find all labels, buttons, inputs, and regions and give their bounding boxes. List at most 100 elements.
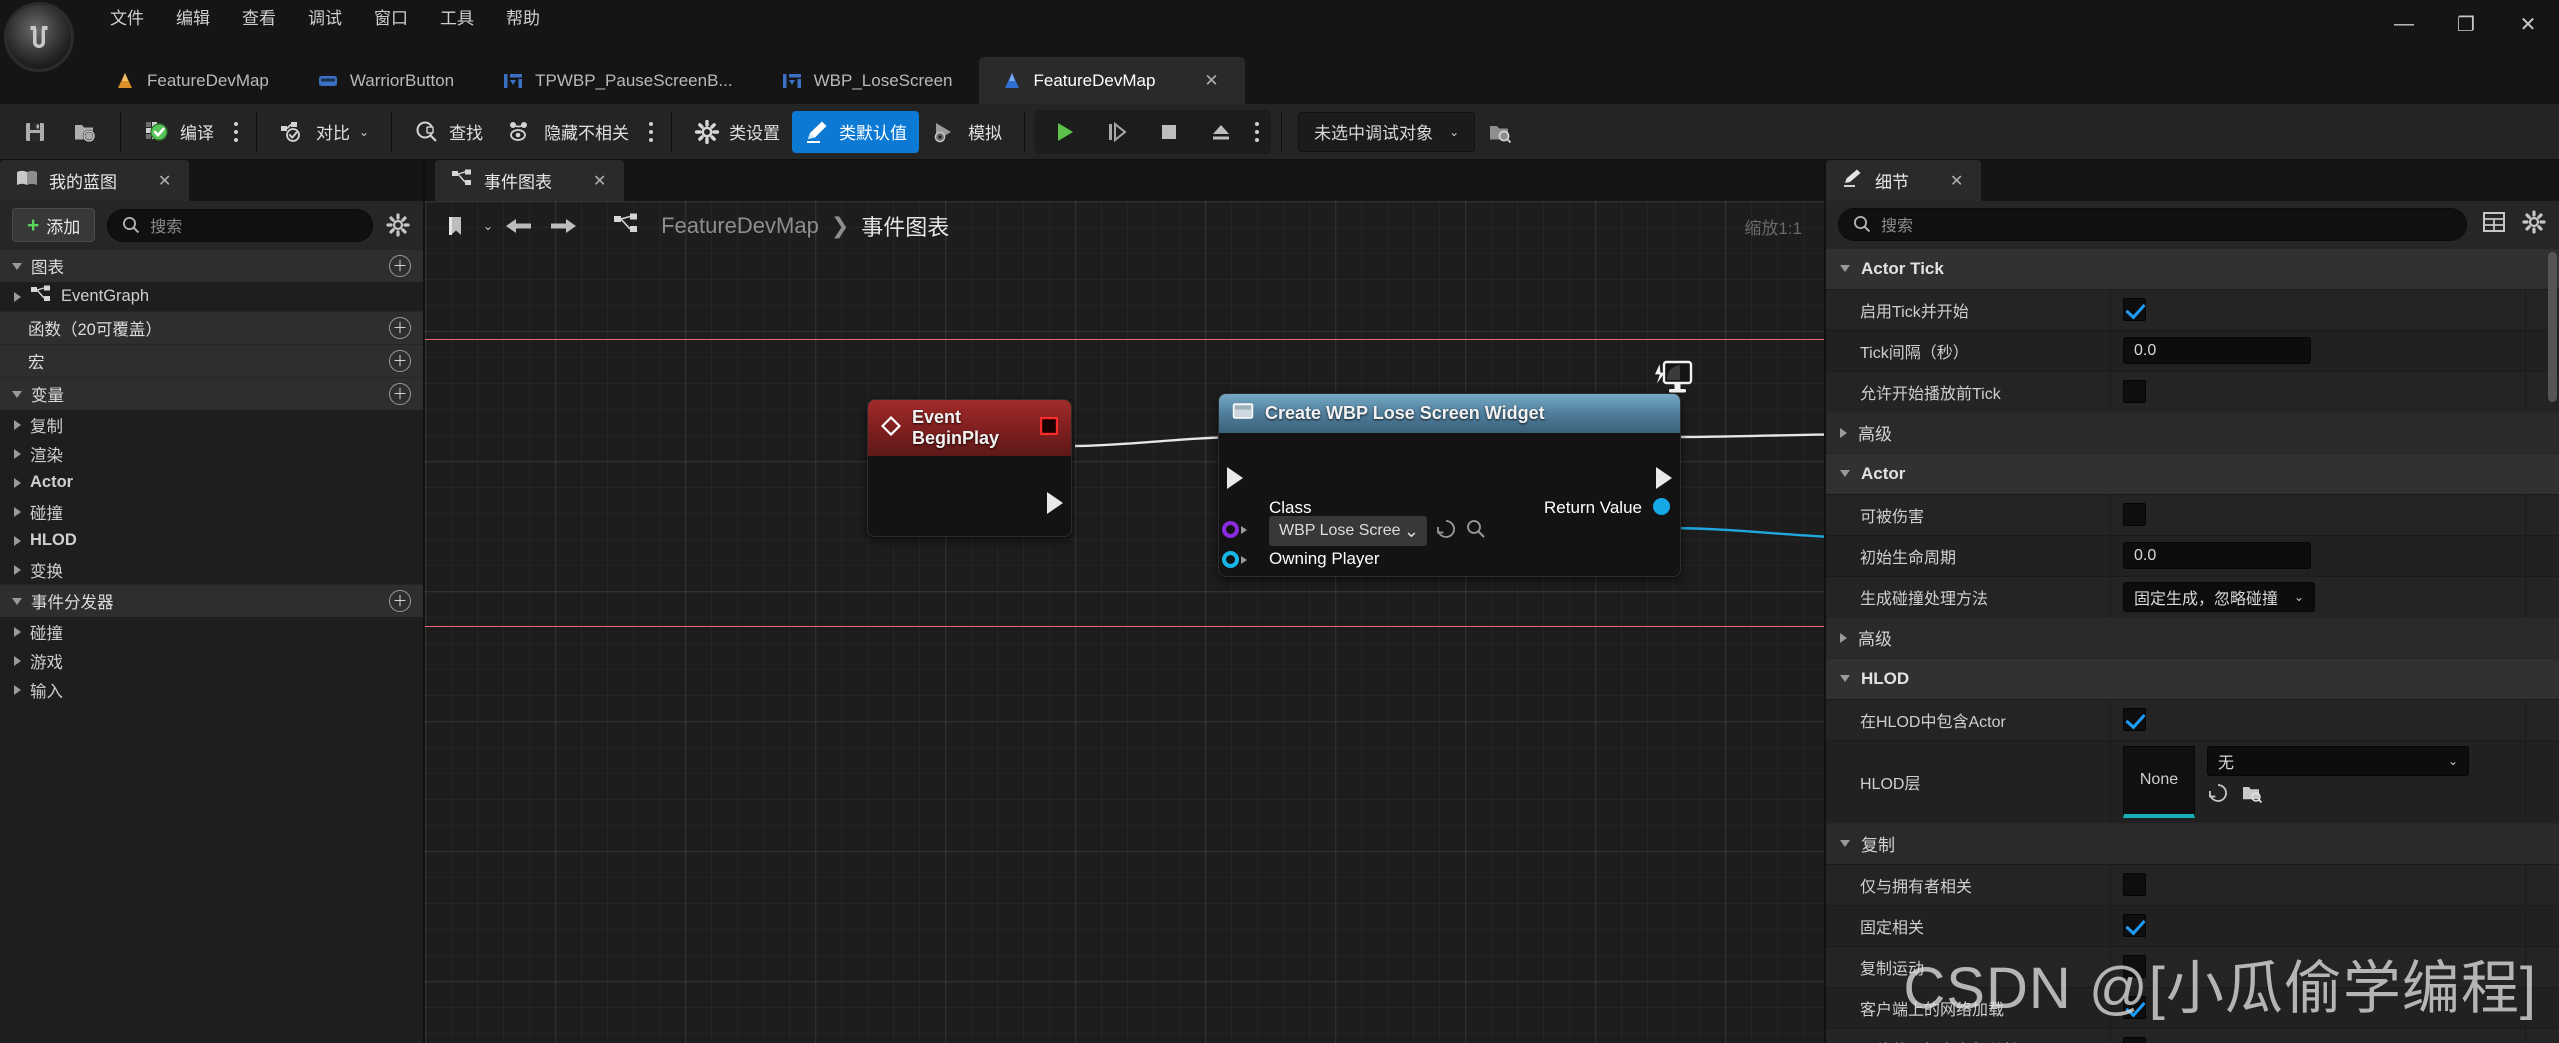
exec-output-pin[interactable]	[1047, 492, 1063, 514]
hide-unrelated-button[interactable]: 隐藏不相关	[495, 111, 641, 153]
find-options-kebab-icon[interactable]	[641, 111, 661, 153]
disclosure-triangle-icon[interactable]	[14, 506, 21, 517]
details-category-actor-tick[interactable]: Actor Tick	[1826, 247, 2559, 289]
exec-output-pin[interactable]	[1656, 467, 1672, 489]
asset-tab-featuredevmap-1[interactable]: FeatureDevMap	[92, 57, 295, 104]
checkbox-net-load-on-client[interactable]	[2123, 996, 2146, 1020]
browse-content-button[interactable]	[60, 111, 110, 153]
tree-section-macros[interactable]: 宏 ＋	[0, 344, 423, 377]
disclosure-triangle-icon[interactable]	[12, 597, 22, 605]
graph-back-button[interactable]	[501, 208, 537, 244]
disclosure-triangle-icon[interactable]	[1840, 427, 1847, 438]
class-defaults-button[interactable]: 类默认值	[792, 110, 920, 153]
tree-item-eventgraph[interactable]: EventGraph	[0, 282, 423, 311]
play-button[interactable]	[1039, 111, 1091, 153]
disclosure-triangle-icon[interactable]	[1840, 265, 1850, 273]
checkbox-only-relevant-to-owner[interactable]	[2123, 873, 2146, 897]
owning-player-pin-icon[interactable]	[1222, 551, 1239, 568]
disclosure-triangle-icon[interactable]	[1840, 470, 1850, 478]
node-create-widget[interactable]: Create WBP Lose Screen Widget Class WBP	[1218, 393, 1681, 577]
disclosure-triangle-icon[interactable]	[12, 262, 22, 270]
tree-item-variable-collision[interactable]: 碰撞	[0, 497, 423, 526]
menu-view[interactable]: 查看	[226, 2, 292, 36]
class-settings-button[interactable]: 类设置	[682, 111, 792, 153]
return-value-pin-icon[interactable]	[1653, 498, 1670, 515]
tree-item-variable-rendering[interactable]: 渲染	[0, 439, 423, 468]
step-button[interactable]	[1091, 111, 1143, 153]
add-macro-icon[interactable]: ＋	[389, 350, 411, 372]
tree-item-dispatcher-collision[interactable]: 碰撞	[0, 617, 423, 646]
stop-button[interactable]	[1143, 111, 1195, 153]
tree-item-variable-replication[interactable]: 复制	[0, 410, 423, 439]
disclosure-triangle-icon[interactable]	[12, 390, 22, 398]
pin-class-input[interactable]	[1222, 521, 1247, 538]
dropdown-hlod-layer[interactable]: 无 ⌄	[2207, 745, 2469, 776]
my-blueprint-search-input[interactable]: 搜索	[107, 208, 373, 242]
checkbox-always-relevant[interactable]	[2123, 914, 2146, 938]
diff-button[interactable]: 对比 ⌄	[267, 111, 381, 153]
disclosure-triangle-icon[interactable]	[1840, 632, 1847, 643]
menu-tools[interactable]: 工具	[424, 2, 490, 36]
disclosure-triangle-icon[interactable]	[14, 626, 21, 637]
disclosure-triangle-icon[interactable]	[14, 477, 21, 488]
checkbox-net-use-owner-relevancy[interactable]	[2123, 1037, 2146, 1043]
tree-section-event-dispatchers[interactable]: 事件分发器 ＋	[0, 584, 423, 617]
disclosure-triangle-icon[interactable]	[14, 564, 21, 575]
checkbox-replicate-movement[interactable]	[2123, 955, 2146, 979]
add-graph-icon[interactable]: ＋	[389, 255, 411, 277]
save-button[interactable]	[10, 111, 60, 153]
tab-event-graph[interactable]: 事件图表 ✕	[435, 160, 625, 201]
chevron-down-icon[interactable]: ⌄	[483, 219, 493, 233]
details-search-input[interactable]: 搜索	[1838, 207, 2467, 241]
minimize-button[interactable]: —	[2373, 0, 2435, 48]
compile-options-kebab-icon[interactable]	[226, 111, 246, 153]
eject-button[interactable]	[1195, 111, 1247, 153]
debug-object-dropdown[interactable]: 未选中调试对象 ⌄	[1298, 111, 1476, 152]
play-options-kebab-icon[interactable]	[1247, 111, 1267, 153]
details-scrollbar[interactable]	[2548, 251, 2557, 402]
hlod-layer-thumbnail[interactable]: None	[2123, 745, 2195, 818]
tree-item-variable-hlod[interactable]: HLOD	[0, 526, 423, 555]
menu-help[interactable]: 帮助	[490, 2, 556, 36]
browse-asset-icon[interactable]	[2241, 782, 2263, 809]
disclosure-triangle-icon[interactable]	[14, 535, 21, 546]
asset-tab-featuredevmap-active[interactable]: FeatureDevMap ✕	[978, 57, 1245, 104]
details-advanced-actor[interactable]: 高级	[1826, 616, 2559, 658]
column-layout-icon[interactable]	[2481, 209, 2507, 240]
disclosure-triangle-icon[interactable]	[14, 419, 21, 430]
add-event-dispatcher-icon[interactable]: ＋	[389, 590, 411, 612]
compile-button[interactable]: 编译	[131, 111, 226, 153]
class-pin-icon[interactable]	[1222, 521, 1239, 538]
tree-section-functions[interactable]: 函数（20可覆盖） ＋	[0, 311, 423, 344]
checkbox-include-actor-in-hlod[interactable]	[2123, 708, 2146, 732]
graph-canvas[interactable]: ⌄ FeatureDevMap ❯ 事件图表 缩放1:1 Event Begin…	[425, 201, 1824, 1043]
debug-browse-button[interactable]	[1475, 111, 1525, 153]
restore-button[interactable]: ❐	[2435, 0, 2497, 48]
add-button[interactable]: + 添加	[12, 208, 96, 242]
tab-my-blueprint[interactable]: 我的蓝图 ✕	[0, 160, 190, 201]
unreal-logo-icon[interactable]	[4, 2, 74, 72]
tab-close-icon[interactable]: ✕	[158, 171, 171, 191]
checkbox-start-with-tick-enabled[interactable]	[2123, 298, 2146, 322]
class-dropdown[interactable]: WBP Lose Scree ⌄	[1269, 516, 1427, 546]
disclosure-triangle-icon[interactable]	[1840, 840, 1850, 848]
reset-to-default-icon[interactable]	[1435, 518, 1457, 545]
asset-tab-tpwbp-pausescreen[interactable]: TPWBP_PauseScreenB...	[480, 57, 758, 104]
disclosure-triangle-icon[interactable]	[14, 655, 21, 666]
input-tick-interval[interactable]: 0.0	[2123, 337, 2311, 365]
tree-item-dispatcher-game[interactable]: 游戏	[0, 646, 423, 675]
gear-icon[interactable]	[385, 212, 411, 238]
asset-tab-wbp-losescreen[interactable]: WBP_LoseScreen	[759, 57, 979, 104]
menu-edit[interactable]: 编辑	[160, 2, 226, 36]
simulate-button[interactable]: 模拟	[919, 111, 1014, 153]
gear-icon[interactable]	[2521, 209, 2547, 240]
menu-file[interactable]: 文件	[94, 2, 160, 36]
asset-tab-close-icon[interactable]: ✕	[1204, 71, 1218, 91]
details-property-list[interactable]: Actor Tick 启用Tick并开始 Tick间隔（秒） 0.0 允许开始播…	[1826, 247, 2559, 1043]
graph-forward-button[interactable]	[545, 208, 581, 244]
breadcrumb-root[interactable]: FeatureDevMap	[661, 213, 819, 239]
menu-debug[interactable]: 调试	[292, 2, 358, 36]
tab-details[interactable]: 细节 ✕	[1826, 160, 1982, 201]
details-category-actor[interactable]: Actor	[1826, 452, 2559, 494]
disclosure-triangle-icon[interactable]	[14, 684, 21, 695]
